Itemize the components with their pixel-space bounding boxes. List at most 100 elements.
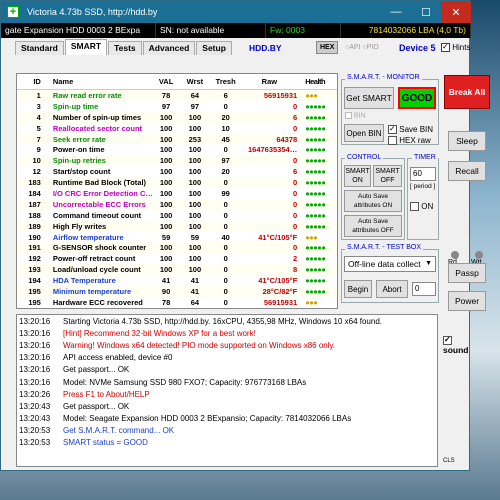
sleep-button[interactable]: Sleep: [448, 131, 486, 151]
title-bar[interactable]: + Victoria 4.73b SSD, http://hdd.by — ☐ …: [1, 1, 471, 23]
table-row[interactable]: 7 Seek error rate 100 253 45 64378 ●●●●●: [17, 133, 337, 145]
tab-setup[interactable]: Setup: [196, 41, 232, 55]
tab-tests[interactable]: Tests: [108, 41, 142, 55]
table-row[interactable]: 195 Hardware ECC recovered 78 64 0 56915931 ●●…: [17, 297, 337, 308]
table-row[interactable]: 183 Runtime Bad Block (Total) 100 100 0 0 ●●●●…: [17, 177, 337, 189]
device-label: Device 5: [399, 42, 436, 53]
table-row[interactable]: 3 Spin-up time 97 97 0 0 ●●●●●: [17, 101, 337, 112]
col-wrst[interactable]: Wrst: [180, 77, 210, 86]
test-type-select[interactable]: Off-line data collect ▼: [344, 256, 436, 272]
table-row[interactable]: 12 Start/stop count 100 100 20 6 ●●●●●: [17, 166, 337, 177]
row-name: Uncorrectable ECC Errors: [52, 199, 146, 209]
row-tresh: 0: [223, 145, 228, 155]
table-row[interactable]: 190 Airflow temperature 59 59 40 41°C/105°F ●●…: [17, 232, 337, 243]
log-line: 13:20:16 Warning! Windows x64 detected! P…: [17, 339, 437, 351]
tab-smart[interactable]: SMART: [64, 39, 108, 55]
timer-period-input[interactable]: 60: [410, 167, 436, 181]
row-val: 100: [159, 178, 173, 188]
row-id: 195: [28, 286, 41, 296]
log-time: 13:20:16: [19, 377, 51, 387]
passp-button[interactable]: Passp: [448, 263, 486, 283]
table-row[interactable]: 5 Reallocated sector count 100 100 10 0 ●●●●●: [17, 123, 337, 134]
maximize-button[interactable]: ☐: [411, 1, 441, 23]
window-title: Victoria 4.73b SSD, http://hdd.by: [27, 7, 158, 17]
table-row[interactable]: 188 Command timeout count 100 100 0 0 ●●●●●: [17, 210, 337, 221]
app-window: + Victoria 4.73b SSD, http://hdd.by — ☐ …: [0, 0, 490, 471]
row-name: Seek error rate: [52, 134, 106, 144]
table-row[interactable]: 194 HDA Temperature 41 41 0 41°C/105°F ●●●●●: [17, 275, 337, 286]
row-health: ●●●●●: [305, 265, 326, 275]
autosave-off-button[interactable]: Auto Save attributes OFF: [344, 215, 402, 237]
row-health: ●●●●●: [305, 134, 326, 144]
log-time: 13:20:43: [19, 401, 51, 411]
event-log[interactable]: 13:20:16 Starting Victoria 4.73b SSD, htt…: [16, 314, 438, 467]
row-id: 9: [36, 145, 41, 155]
hints-checkbox[interactable]: [441, 42, 450, 52]
save-bin-checkbox[interactable]: [388, 124, 397, 135]
table-row[interactable]: 4 Number of spin-up times 100 100 20 6 ●●●●●: [17, 111, 337, 123]
table-row[interactable]: 192 Power-off retract count 100 100 0 2 ●●●●●: [17, 253, 337, 264]
power-button[interactable]: Power: [448, 291, 486, 311]
autosave-on-button[interactable]: Auto Save attributes ON: [344, 190, 402, 212]
log-line: 13:20:43 Get passport... OK: [17, 400, 437, 412]
smart-off-button[interactable]: SMART OFF: [373, 165, 402, 187]
table-row[interactable]: 10 Spin-up retries 100 100 97 0 ●●●●●: [17, 155, 337, 167]
col-tresh[interactable]: Tresh: [210, 77, 242, 86]
row-health: ●●●●●: [305, 156, 326, 166]
open-bin-button[interactable]: Open BIN: [344, 124, 384, 142]
table-row[interactable]: 9 Power-on time 100 100 0 1647635354… ●●●●●: [17, 144, 337, 155]
table-row[interactable]: 1 Raw read error rate 78 64 6 56915931 ●●●: [17, 90, 337, 101]
row-wrst: 100: [188, 210, 202, 220]
minimize-button[interactable]: —: [381, 1, 411, 23]
recall-button[interactable]: Recall: [448, 161, 486, 181]
timer-title: TIMER: [412, 154, 438, 161]
col-id[interactable]: ID: [17, 77, 45, 86]
row-wrst: 100: [188, 243, 202, 253]
log-time: 13:20:53: [19, 426, 51, 436]
table-row[interactable]: 187 Uncorrectable ECC Errors 100 100 0 0 ●●●●●: [17, 198, 337, 210]
row-val: 100: [159, 199, 173, 209]
abort-button[interactable]: Abort: [376, 280, 408, 298]
row-health: ●●●●●: [305, 167, 326, 177]
table-row[interactable]: 195 Minimum temperature 90 41 0 28°C/82°F ●●●●…: [17, 286, 337, 297]
get-smart-button[interactable]: Get SMART: [344, 87, 394, 109]
bin-checkbox[interactable]: [345, 112, 352, 119]
hex-button[interactable]: HEX: [316, 41, 339, 54]
col-health[interactable]: Health: [299, 77, 337, 86]
row-name: HDA Temperature: [52, 276, 116, 286]
table-row[interactable]: 184 I/O CRC Error Detection C… 100 100 99 0 ●●…: [17, 188, 337, 199]
sound-label: sound: [443, 345, 469, 356]
tab-advanced[interactable]: Advanced: [142, 41, 196, 55]
row-wrst: 100: [188, 156, 202, 166]
sound-checkbox[interactable]: [443, 335, 452, 346]
row-wrst: 100: [188, 188, 202, 198]
row-tresh: 99: [221, 188, 230, 198]
smart-on-button[interactable]: SMART ON: [344, 165, 371, 187]
hex-raw-checkbox[interactable]: [388, 136, 397, 146]
sound-row: sound: [443, 335, 469, 355]
table-row[interactable]: 193 Load/unload cycle count 100 100 0 8 ●●●●●: [17, 264, 337, 276]
log-text: Warning! Windows x64 detected! PIO mode …: [63, 340, 336, 350]
row-wrst: 100: [188, 265, 202, 275]
cls-button[interactable]: CLS: [443, 458, 455, 464]
begin-button[interactable]: Begin: [344, 280, 372, 298]
row-name: Start/stop count: [52, 167, 111, 177]
row-val: 41: [161, 276, 171, 286]
lba-capacity: 7814032066 LBA (4,0 Tb): [341, 23, 471, 38]
row-id: 190: [28, 232, 41, 242]
timer-on-checkbox[interactable]: [410, 202, 419, 212]
break-all-button[interactable]: Break All: [444, 75, 490, 109]
row-raw: 0: [293, 178, 298, 188]
col-raw[interactable]: Raw: [242, 77, 300, 86]
row-val: 90: [161, 286, 171, 296]
close-button[interactable]: ✕: [441, 1, 471, 23]
row-name: Reallocated sector count: [52, 123, 143, 133]
write-led-icon: [475, 251, 483, 259]
table-row[interactable]: 191 G-SENSOR shock counter 100 100 0 0 ●●●●●: [17, 242, 337, 254]
row-wrst: 100: [188, 112, 202, 122]
table-row[interactable]: 189 High Fly writes 100 100 0 0 ●●●●●: [17, 220, 337, 232]
tab-standard[interactable]: Standard: [15, 41, 64, 55]
col-name[interactable]: Name: [45, 77, 152, 86]
hints-group: Hints: [441, 41, 470, 54]
col-val[interactable]: VAL: [152, 77, 180, 86]
